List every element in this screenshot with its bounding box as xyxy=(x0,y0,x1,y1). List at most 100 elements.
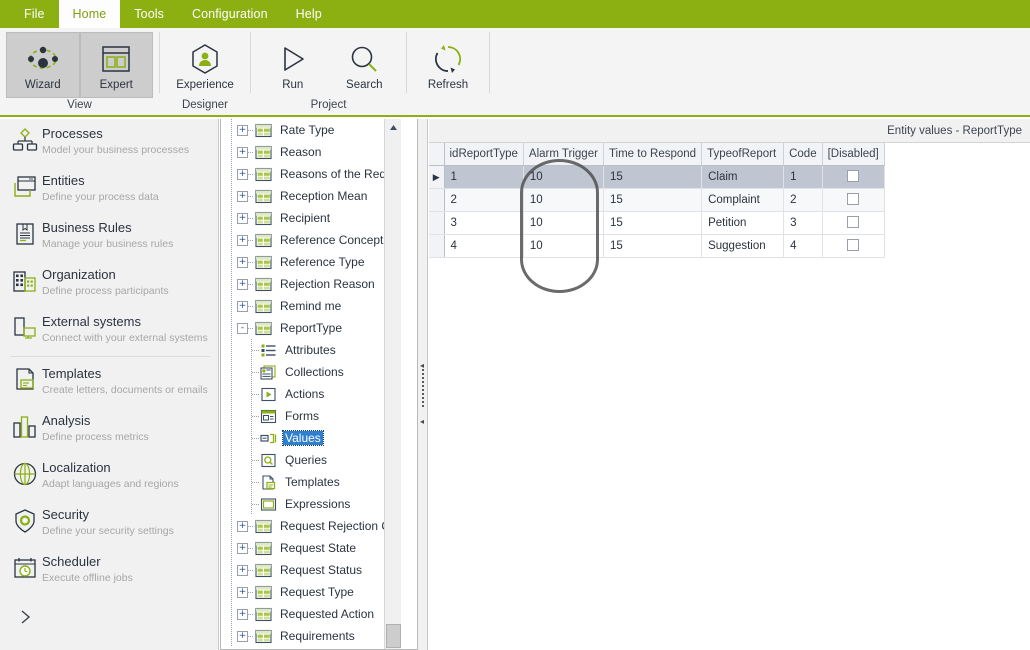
cell-disabled[interactable] xyxy=(822,234,885,258)
tree-expander-recipient[interactable]: + xyxy=(237,212,248,224)
cell-alarm-trigger[interactable]: 10 xyxy=(523,211,604,235)
cell-alarm-trigger[interactable]: 10 xyxy=(523,188,604,212)
tree-node-rate-type[interactable]: + Rate Type xyxy=(221,119,401,141)
sidebar-item-processes[interactable]: Processes Model your business processes xyxy=(0,119,218,166)
tree-expander-request-state[interactable]: + xyxy=(237,542,248,554)
sidebar-item-business-rules[interactable]: Business Rules Manage your business rules xyxy=(0,213,218,260)
tree-node-actions[interactable]: Actions xyxy=(221,383,401,405)
sidebar-expand-button[interactable] xyxy=(0,594,218,640)
tree-node-reference-concept[interactable]: + Reference Concept xyxy=(221,229,401,251)
wizard-button[interactable]: Wizard xyxy=(6,32,80,98)
tree-node-requested-action[interactable]: + Requested Action xyxy=(221,603,401,625)
tree-node-reception-mean[interactable]: + Reception Mean xyxy=(221,185,401,207)
tree-node-remind-me[interactable]: + Remind me xyxy=(221,295,401,317)
tree-node-request-type[interactable]: + Request Type xyxy=(221,581,401,603)
cell-time-to-respond[interactable]: 15 xyxy=(603,188,703,212)
cell-code[interactable]: 3 xyxy=(783,211,823,235)
cell-disabled[interactable] xyxy=(822,211,885,235)
sidebar-item-scheduler[interactable]: Scheduler Execute offline jobs xyxy=(0,547,218,594)
tree-expander-remind-me[interactable]: + xyxy=(237,300,248,312)
column-header-alarm-trigger[interactable]: Alarm Trigger xyxy=(523,143,604,166)
cell-typeofreport[interactable]: Petition xyxy=(701,211,785,235)
row-selector[interactable] xyxy=(429,234,445,258)
cell-typeofreport[interactable]: Complaint xyxy=(701,188,785,212)
row-selector[interactable] xyxy=(429,188,445,212)
column-header-idreporttype[interactable]: idReportType xyxy=(444,143,524,166)
column-header-time-to-respond[interactable]: Time to Respond xyxy=(603,143,703,166)
column-header-disabled[interactable]: [Disabled] xyxy=(822,143,885,166)
tree-node-templates[interactable]: Templates xyxy=(221,471,401,493)
tree-node-requirements[interactable]: + Requirements xyxy=(221,625,401,647)
tree-node-rejection-reason[interactable]: + Rejection Reason xyxy=(221,273,401,295)
cell-disabled[interactable] xyxy=(822,165,885,189)
tree-expander-reference-type[interactable]: + xyxy=(237,256,248,268)
search-button[interactable]: Search xyxy=(329,32,401,98)
splitter-grip[interactable] xyxy=(422,369,424,409)
cell-time-to-respond[interactable]: 15 xyxy=(603,165,703,189)
tree-expander-reference-concept[interactable]: + xyxy=(237,234,248,246)
cell-code[interactable]: 1 xyxy=(783,165,823,189)
table-row[interactable]: 3 10 15 Petition 3 xyxy=(429,211,885,235)
column-header-typeofreport[interactable]: TypeofReport xyxy=(701,143,785,166)
menu-tab-tools[interactable]: Tools xyxy=(120,0,178,28)
table-row[interactable]: 2 10 15 Complaint 2 xyxy=(429,188,885,212)
sidebar-item-templates[interactable]: Templates Create letters, documents or em… xyxy=(0,359,218,406)
disabled-checkbox[interactable] xyxy=(847,216,860,229)
tree-node-queries[interactable]: Queries xyxy=(221,449,401,471)
cell-idreporttype[interactable]: 1 xyxy=(444,165,524,189)
menu-tab-file[interactable]: File xyxy=(10,0,59,28)
tree-node-reporttype[interactable]: - ReportType xyxy=(221,317,401,339)
tree-node-collections[interactable]: Collections xyxy=(221,361,401,383)
tree-scrollbar-thumb[interactable] xyxy=(386,624,401,648)
tree-expander-requested-action[interactable]: + xyxy=(237,608,248,620)
tree-node-reason[interactable]: + Reason xyxy=(221,141,401,163)
expert-button[interactable]: Expert xyxy=(79,32,153,98)
tree-node-values[interactable]: Values xyxy=(221,427,401,449)
tree-node-request-state[interactable]: + Request State xyxy=(221,537,401,559)
sidebar-item-entities[interactable]: Entities Define your process data xyxy=(0,166,218,213)
sidebar-item-external-systems[interactable]: External systems Connect with your extern… xyxy=(0,307,218,354)
tree-expander-request-rejection-caus[interactable]: + xyxy=(237,520,248,532)
tree-vertical-scrollbar[interactable] xyxy=(384,119,401,649)
tree-expander-request-status[interactable]: + xyxy=(237,564,248,576)
tree-expander-reception-mean[interactable]: + xyxy=(237,190,248,202)
disabled-checkbox[interactable] xyxy=(847,239,860,252)
tree-node-reasons-of-the-request[interactable]: + Reasons of the Request xyxy=(221,163,401,185)
cell-alarm-trigger[interactable]: 10 xyxy=(523,234,604,258)
tree-node-reference-type[interactable]: + Reference Type xyxy=(221,251,401,273)
tree-expander-rejection-reason[interactable]: + xyxy=(237,278,248,290)
tree-expander-rate-type[interactable]: + xyxy=(237,124,248,136)
tree-expander-reasons-of-the-request[interactable]: + xyxy=(237,168,248,180)
sidebar-item-localization[interactable]: Localization Adapt languages and regions xyxy=(0,453,218,500)
tree-expander-reporttype[interactable]: - xyxy=(237,322,248,334)
row-selector[interactable]: ▶ xyxy=(429,165,445,189)
refresh-button[interactable]: Refresh xyxy=(413,32,483,98)
table-row[interactable]: ▶ 1 10 15 Claim 1 xyxy=(429,165,885,189)
sidebar-item-security[interactable]: Security Define your security settings xyxy=(0,500,218,547)
run-button[interactable]: Run xyxy=(257,32,329,98)
sidebar-item-analysis[interactable]: Analysis Define process metrics xyxy=(0,406,218,453)
cell-alarm-trigger[interactable]: 10 xyxy=(523,165,604,189)
splitter-collapse-down-icon[interactable]: ◂ xyxy=(420,418,424,426)
cell-code[interactable]: 4 xyxy=(783,234,823,258)
menu-tab-help[interactable]: Help xyxy=(282,0,336,28)
menu-tab-home[interactable]: Home xyxy=(58,0,121,28)
row-selector[interactable] xyxy=(429,211,445,235)
panel-splitter[interactable]: ◂ ◂ xyxy=(418,119,428,650)
cell-idreporttype[interactable]: 2 xyxy=(444,188,524,212)
cell-time-to-respond[interactable]: 15 xyxy=(603,211,703,235)
disabled-checkbox[interactable] xyxy=(847,193,860,206)
cell-code[interactable]: 2 xyxy=(783,188,823,212)
column-header-code[interactable]: Code xyxy=(783,143,823,166)
disabled-checkbox[interactable] xyxy=(847,170,860,183)
tree-node-request-status[interactable]: + Request Status xyxy=(221,559,401,581)
tree-node-forms[interactable]: Forms xyxy=(221,405,401,427)
cell-time-to-respond[interactable]: 15 xyxy=(603,234,703,258)
cell-typeofreport[interactable]: Suggestion xyxy=(701,234,785,258)
tree-expander-request-type[interactable]: + xyxy=(237,586,248,598)
cell-idreporttype[interactable]: 4 xyxy=(444,234,524,258)
sidebar-item-organization[interactable]: Organization Define process participants xyxy=(0,260,218,307)
cell-disabled[interactable] xyxy=(822,188,885,212)
menu-tab-configuration[interactable]: Configuration xyxy=(178,0,282,28)
table-row[interactable]: 4 10 15 Suggestion 4 xyxy=(429,234,885,258)
